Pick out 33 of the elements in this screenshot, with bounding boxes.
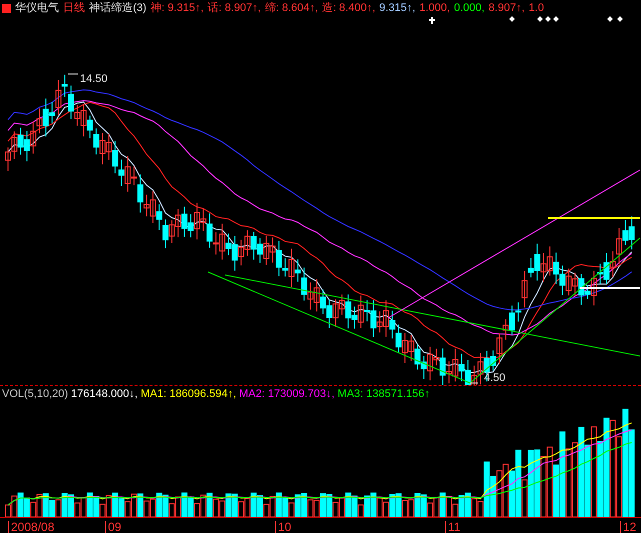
indicator-value: 9.315↑, bbox=[379, 2, 416, 14]
volume-value: 176148.000↓, bbox=[71, 389, 138, 400]
date-axis-label: 09 bbox=[105, 521, 122, 533]
menu-square-icon[interactable] bbox=[2, 4, 11, 12]
diamond-marker-icon bbox=[545, 16, 551, 22]
indicator-value: 1.000, bbox=[419, 2, 450, 14]
diamond-marker-icon bbox=[617, 16, 623, 22]
volume-value: MA3: 138571.156↑ bbox=[338, 389, 430, 400]
volume-title: VOL(5,10,20) bbox=[2, 389, 68, 400]
diamond-marker-icon bbox=[537, 16, 543, 22]
date-axis-label: 2008/08 bbox=[8, 521, 54, 533]
date-axis-label: 11 bbox=[445, 521, 460, 533]
level-line bbox=[580, 287, 640, 289]
period-label: 日线 bbox=[63, 2, 85, 14]
indicator-value: 神: 9.315↑, bbox=[150, 2, 204, 14]
indicator-value: 造: 8.400↑, bbox=[322, 2, 376, 14]
cross-marker-icon bbox=[428, 16, 436, 25]
indicator-name: 神话缔造(3) bbox=[89, 2, 146, 14]
indicator-value: 0.000, bbox=[454, 2, 485, 14]
indicator-value: 8.907↑, bbox=[488, 2, 525, 14]
indicator-value: 1.0 bbox=[528, 2, 544, 14]
date-axis-label: 12 bbox=[620, 521, 636, 533]
indicator-value: 话: 8.907↑, bbox=[208, 2, 261, 14]
diamond-marker-icon bbox=[607, 16, 613, 22]
stock-name: 华仪电气 bbox=[15, 2, 59, 14]
diamond-marker-icon bbox=[553, 16, 559, 22]
indicator-value: 缔: 8.604↑, bbox=[264, 2, 318, 14]
price-annotation: 14.50 bbox=[80, 74, 108, 85]
date-axis-label: 10 bbox=[275, 521, 292, 533]
volume-value: MA1: 186096.594↑, bbox=[140, 389, 236, 400]
volume-value: MA2: 173009.703↓, bbox=[239, 389, 335, 400]
diamond-marker-icon bbox=[509, 16, 515, 22]
leader-line bbox=[470, 382, 478, 384]
